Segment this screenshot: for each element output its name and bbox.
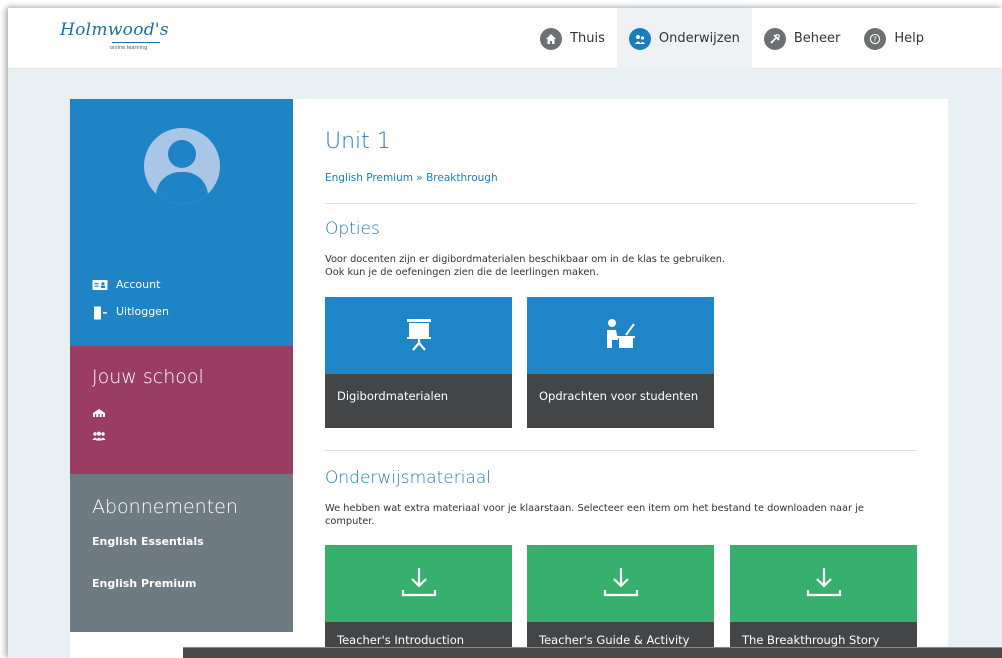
main-nav: Thuis Onderwijzen Beheer ? Help [528, 8, 936, 69]
nav-item-thuis[interactable]: Thuis [528, 8, 617, 69]
tile-breakthrough-story-icon-area [730, 545, 917, 622]
nav-item-onderwijzen[interactable]: Onderwijzen [616, 8, 752, 69]
tile-teachers-introduction-icon-area [325, 545, 512, 622]
overlay-window-edge [183, 647, 1002, 658]
projector-screen-icon [406, 317, 432, 355]
download-icon [401, 566, 437, 602]
tile-opdrachten-voor-studenten[interactable]: Opdrachten voor studenten [527, 297, 714, 428]
nav-label-beheer: Beheer [793, 31, 841, 46]
sidebar: Account Uitloggen Jouw school Abonnement… [70, 99, 293, 658]
subscription-english-premium[interactable]: English Premium [92, 577, 196, 590]
options-title: Opties [325, 219, 380, 239]
tile-teachers-guide-icon-area [527, 545, 714, 622]
tile-teachers-guide[interactable]: Teacher's Guide & Activity [527, 545, 714, 655]
tools-icon [763, 27, 786, 50]
tile-digibordmaterialen-label: Digibordmaterialen [325, 374, 512, 428]
divider [325, 450, 917, 451]
page-title: Unit 1 [325, 129, 391, 154]
sidebar-item-account[interactable]: Account [92, 278, 160, 291]
avatar-body-shape [156, 172, 208, 204]
nav-item-help[interactable]: ? Help [852, 8, 936, 69]
student-desk-icon [604, 318, 638, 354]
options-description-line1: Voor docenten zijn er digibordmaterialen… [325, 254, 726, 265]
school-panel: Jouw school [70, 346, 293, 474]
account-card-icon [92, 279, 108, 291]
options-description: Voor docenten zijn er digibordmaterialen… [325, 253, 915, 279]
materials-title: Onderwijsmateriaal [325, 468, 491, 488]
people-group-icon[interactable] [92, 431, 106, 444]
profile-panel: Account Uitloggen [70, 99, 293, 346]
nav-label-thuis: Thuis [570, 31, 605, 46]
logout-door-icon [92, 306, 108, 319]
logo-underline [112, 42, 160, 43]
tile-opdrachten-label: Opdrachten voor studenten [527, 374, 714, 428]
holmwoods-logo[interactable]: Holmwood's online learning [60, 20, 180, 60]
materials-description: We hebben wat extra materiaal voor je kl… [325, 503, 864, 527]
svg-text:?: ? [874, 35, 878, 43]
logo-subtext: online learning [110, 45, 148, 51]
avatar[interactable] [144, 128, 220, 204]
teach-icon [628, 27, 651, 50]
app-window: Holmwood's online learning Thuis Onderwi… [8, 8, 1002, 658]
main-content: Unit 1 English Premium » Breakthrough Op… [293, 99, 948, 658]
download-icon [806, 566, 842, 602]
tile-digibordmaterialen[interactable]: Digibordmaterialen [325, 297, 512, 428]
logo-text: Holmwood's [60, 20, 169, 40]
tile-digibordmaterialen-icon-area [325, 297, 512, 374]
download-icon [603, 566, 639, 602]
sidebar-item-logout-label: Uitloggen [116, 305, 169, 318]
breadcrumb[interactable]: English Premium » Breakthrough [325, 172, 498, 184]
subscriptions-title: Abonnementen [92, 496, 238, 518]
subscription-english-essentials[interactable]: English Essentials [92, 535, 204, 548]
nav-item-beheer[interactable]: Beheer [752, 8, 853, 69]
subscriptions-panel: Abonnementen English Essentials English … [70, 474, 293, 632]
school-building-icon[interactable] [92, 408, 106, 421]
school-title: Jouw school [92, 366, 204, 388]
tile-opdrachten-icon-area [527, 297, 714, 374]
options-description-line2: Ook kun je de oefeningen zien die de lee… [325, 267, 599, 278]
nav-label-onderwijzen: Onderwijzen [658, 31, 740, 46]
sidebar-item-logout[interactable]: Uitloggen [92, 305, 169, 319]
tile-teachers-introduction[interactable]: Teacher's Introduction [325, 545, 512, 655]
divider [325, 203, 917, 204]
sidebar-item-account-label: Account [116, 278, 161, 291]
avatar-head-shape [168, 140, 196, 168]
nav-label-help: Help [894, 31, 924, 46]
home-icon [540, 27, 563, 50]
top-navigation-bar: Holmwood's online learning Thuis Onderwi… [8, 8, 1002, 69]
tile-breakthrough-story[interactable]: The Breakthrough Story [730, 545, 917, 655]
help-icon: ? [864, 27, 887, 50]
